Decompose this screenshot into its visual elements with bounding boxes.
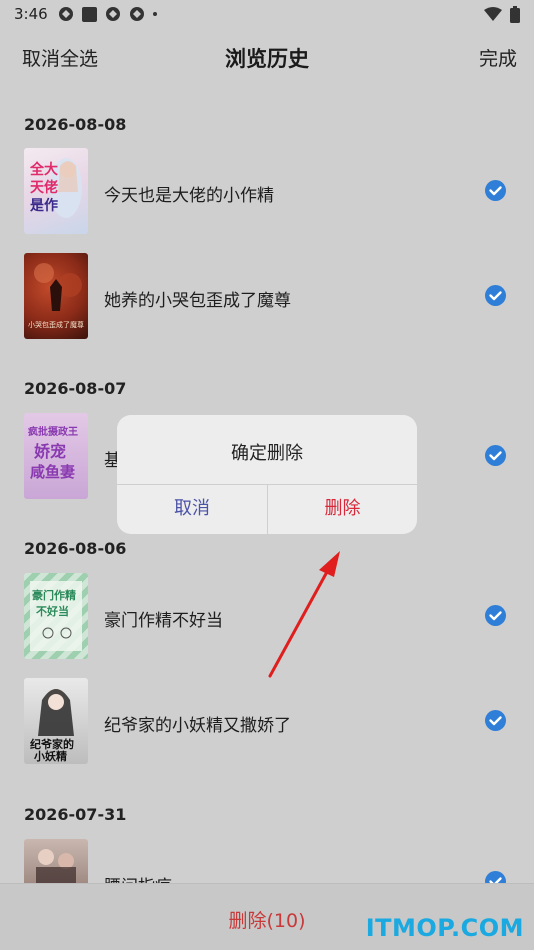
bottom-bar: 删除(10) ITMOP.COM: [0, 883, 534, 950]
more-notifications-dot-icon: [152, 12, 157, 16]
svg-text:是作: 是作: [30, 197, 58, 214]
book-cover-art: 纪爷家的 小妖精: [30, 689, 74, 763]
dialog-cancel-button[interactable]: 取消: [117, 484, 267, 534]
svg-text:不好当: 不好当: [36, 604, 69, 618]
date-header: 2026-07-31: [24, 805, 127, 824]
confirm-delete-dialog: 确定删除 取消 删除: [117, 415, 417, 534]
notification-icons: [58, 6, 157, 22]
svg-text:咸鱼妻: 咸鱼妻: [30, 463, 75, 481]
svg-text:疯批摄政王: 疯批摄政王: [28, 425, 78, 438]
book-cover: 疯批摄政王 娇宠 咸鱼妻: [24, 413, 88, 499]
status-right: [484, 5, 520, 23]
svg-text:天佬: 天佬: [30, 179, 58, 196]
book-cover: 全大 天佬 是作: [24, 148, 88, 234]
wifi-icon: [484, 7, 502, 21]
date-header: 2026-08-07: [24, 379, 127, 398]
battery-icon: [510, 5, 520, 23]
book-title: 她养的小哭包歪成了魔尊: [104, 291, 291, 311]
selected-check-icon[interactable]: [485, 605, 506, 626]
book-title: 豪门作精不好当: [104, 611, 223, 631]
dialog-title: 确定删除: [231, 443, 303, 464]
watermark: ITMOP.COM: [365, 914, 524, 942]
svg-text:小妖精: 小妖精: [33, 749, 67, 763]
book-cover-art: 小哭包歪成了魔尊: [28, 263, 84, 329]
book-cover-art: 豪门作精 不好当: [30, 581, 82, 651]
book-cover: 豪门作精 不好当: [24, 573, 88, 659]
book-title: 纪爷家的小妖精又撒娇了: [104, 716, 291, 736]
svg-text:全大: 全大: [29, 161, 58, 178]
page-title: 浏览历史: [225, 47, 309, 71]
app-notification-icon: [58, 7, 73, 21]
svg-text:纪爷家的: 纪爷家的: [30, 737, 74, 751]
selected-check-icon[interactable]: [485, 180, 506, 201]
book-cover: 纪爷家的 小妖精: [24, 678, 88, 764]
app-notification-icon-2: [105, 7, 120, 21]
book-cover-art: 全大 天佬 是作: [29, 158, 82, 218]
done-button[interactable]: 完成: [479, 44, 517, 71]
nav-bar: 取消全选 浏览历史 完成: [0, 38, 534, 78]
date-header: 2026-08-08: [24, 115, 127, 134]
app-notification-square-icon: [81, 6, 97, 22]
date-header: 2026-08-06: [24, 539, 127, 558]
svg-text:小哭包歪成了魔尊: 小哭包歪成了魔尊: [28, 320, 84, 329]
book-cover: 小哭包歪成了魔尊: [24, 253, 88, 339]
dialog-delete-button[interactable]: 删除: [268, 484, 417, 534]
selected-check-icon[interactable]: [485, 445, 506, 466]
book-cover-art: 疯批摄政王 娇宠 咸鱼妻: [28, 425, 78, 481]
list-item[interactable]: 纪爷家的 小妖精 纪爷家的小妖精又撒娇了: [0, 678, 534, 766]
svg-text:豪门作精: 豪门作精: [32, 588, 76, 602]
status-time: 3:46: [14, 5, 48, 23]
status-bar: 3:46: [0, 0, 534, 28]
list-item[interactable]: 小哭包歪成了魔尊 她养的小哭包歪成了魔尊: [0, 253, 534, 341]
svg-text:娇宠: 娇宠: [34, 442, 66, 461]
app-notification-icon-3: [129, 7, 144, 21]
selected-check-icon[interactable]: [485, 285, 506, 306]
selected-check-icon[interactable]: [485, 710, 506, 731]
list-item[interactable]: 豪门作精 不好当 豪门作精不好当: [0, 573, 534, 661]
book-title: 今天也是大佬的小作精: [104, 186, 274, 206]
list-item[interactable]: 全大 天佬 是作 今天也是大佬的小作精: [0, 148, 534, 236]
